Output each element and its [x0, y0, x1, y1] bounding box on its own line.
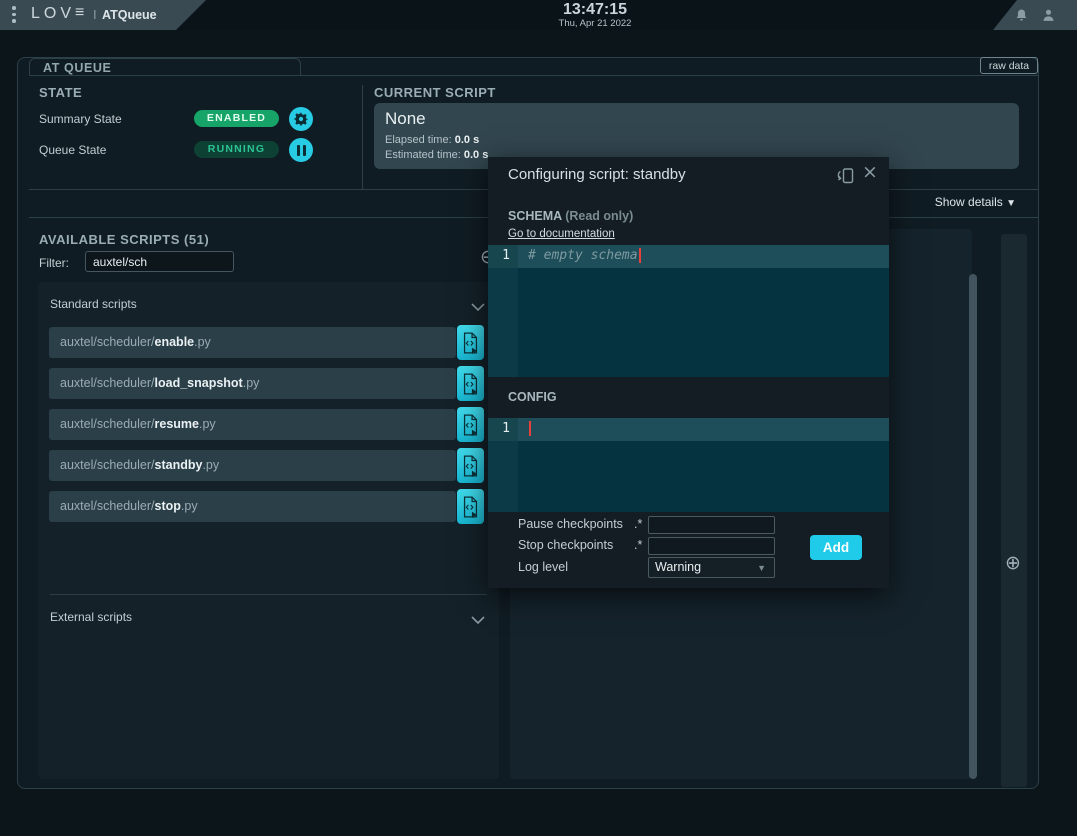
documentation-link[interactable]: Go to documentation — [508, 228, 615, 240]
external-scripts-group[interactable]: External scripts — [50, 610, 487, 626]
group-divider — [50, 594, 487, 595]
app-title: ATQueue — [102, 8, 157, 22]
schema-section-title: SCHEMA (Read only) — [508, 209, 633, 223]
stop-checkpoints-regex: .* — [634, 538, 642, 552]
current-script-name: None — [385, 109, 426, 129]
launch-script-button[interactable] — [457, 366, 484, 401]
queue-pause-button[interactable] — [289, 138, 313, 162]
current-script-title: CURRENT SCRIPT — [374, 85, 496, 100]
log-level-select[interactable]: Warning ▼ — [648, 557, 775, 578]
collapsed-side-column: ⊕ — [1001, 234, 1027, 787]
summary-state-label: Summary State — [39, 112, 122, 126]
stop-checkpoints-label: Stop checkpoints — [518, 538, 613, 552]
love-logo: LOV≡ — [31, 5, 84, 23]
pause-checkpoints-label: Pause checkpoints — [518, 517, 623, 531]
script-launch-icon — [461, 413, 480, 437]
modal-title: Configuring script: standby — [508, 166, 686, 183]
pause-icon — [297, 145, 306, 156]
triangle-down-icon: ▼ — [1006, 198, 1016, 209]
schema-line-number: 1 — [488, 245, 518, 268]
config-line-text — [518, 418, 889, 441]
available-scripts-title: AVAILABLE SCRIPTS (51) — [39, 232, 209, 247]
pause-checkpoints-input[interactable] — [648, 516, 775, 534]
clock-date: Thu, Apr 21 2022 — [520, 18, 670, 29]
script-launch-icon — [461, 454, 480, 478]
detach-panel-button[interactable] — [834, 166, 856, 186]
schema-readonly-note: (Read only) — [565, 209, 633, 223]
available-scripts-list: Standard scripts auxtel/scheduler/enable… — [38, 282, 499, 779]
log-level-label: Log level — [518, 560, 568, 574]
log-level-value: Warning — [655, 560, 701, 574]
menu-dots-icon[interactable] — [12, 6, 16, 24]
filter-input[interactable] — [85, 251, 234, 272]
elapsed-time-row: Elapsed time: 0.0 s — [385, 134, 479, 146]
launch-script-button[interactable] — [457, 448, 484, 483]
user-account-icon[interactable] — [1040, 7, 1057, 24]
top-bar: LOV≡ I ATQueue 13:47:15 Thu, Apr 21 2022 — [0, 0, 1077, 30]
clock: 13:47:15 Thu, Apr 21 2022 — [520, 1, 670, 29]
script-row: auxtel/scheduler/stop.py — [49, 491, 456, 522]
logo-separator: I — [93, 7, 97, 22]
schema-editor-active-line: 1 # empty schema — [488, 245, 889, 268]
summary-state-badge: ENABLED — [194, 110, 279, 127]
script-launch-icon — [461, 495, 480, 519]
close-icon[interactable]: × — [860, 161, 880, 183]
clock-time: 13:47:15 — [520, 1, 670, 18]
top-bar-user-area — [993, 0, 1077, 30]
panel-header-divider — [29, 75, 1038, 76]
configure-script-modal: Configuring script: standby × SCHEMA (Re… — [488, 157, 889, 588]
script-launch-icon — [461, 372, 480, 396]
text-cursor — [639, 248, 641, 263]
config-editor[interactable]: 1 — [488, 418, 889, 512]
schema-editor-body — [488, 268, 889, 377]
launch-script-button[interactable] — [457, 489, 484, 524]
filter-label: Filter: — [39, 256, 69, 270]
state-divider — [362, 85, 363, 189]
raw-data-button[interactable]: raw data — [980, 57, 1038, 74]
text-cursor — [529, 421, 531, 436]
launch-script-button[interactable] — [457, 407, 484, 442]
queue-state-label: Queue State — [39, 143, 106, 157]
script-row: auxtel/scheduler/enable.py — [49, 327, 456, 358]
estimated-time-row: Estimated time: 0.0 s — [385, 149, 488, 161]
script-row: auxtel/scheduler/standby.py — [49, 450, 456, 481]
atqueue-app: LOV≡ I ATQueue 13:47:15 Thu, Apr 21 2022… — [0, 0, 1077, 836]
config-editor-body — [488, 441, 889, 512]
script-row: auxtel/scheduler/resume.py — [49, 409, 456, 440]
standard-scripts-group[interactable]: Standard scripts — [50, 297, 487, 313]
queue-scrollbar[interactable] — [969, 274, 977, 779]
config-editor-active-line: 1 — [488, 418, 889, 441]
gear-icon — [293, 111, 309, 127]
stop-checkpoints-input[interactable] — [648, 537, 775, 555]
panel-title: AT QUEUE — [43, 61, 111, 75]
script-row: auxtel/scheduler/load_snapshot.py — [49, 368, 456, 399]
launch-script-button[interactable] — [457, 325, 484, 360]
chevron-down-icon — [471, 300, 485, 308]
queue-state-badge: RUNNING — [194, 141, 279, 158]
config-section-title: CONFIG — [508, 390, 557, 404]
config-line-number: 1 — [488, 418, 518, 441]
script-launch-icon — [461, 331, 480, 355]
logo-e-glyph: ≡ — [75, 4, 84, 22]
notifications-bell-icon[interactable] — [1013, 7, 1030, 24]
panel-title-tab: AT QUEUE — [29, 58, 301, 75]
detach-icon — [834, 166, 856, 186]
summary-state-gear-button[interactable] — [289, 107, 313, 131]
add-button[interactable]: Add — [810, 535, 862, 560]
expand-column-icon[interactable]: ⊕ — [1005, 554, 1021, 573]
schema-editor[interactable]: 1 # empty schema — [488, 245, 889, 377]
pause-checkpoints-regex: .* — [634, 517, 642, 531]
chevron-down-icon — [471, 613, 485, 621]
caret-down-icon: ▼ — [757, 563, 766, 573]
state-section-title: STATE — [39, 85, 82, 100]
schema-line-text: # empty schema — [518, 245, 889, 268]
